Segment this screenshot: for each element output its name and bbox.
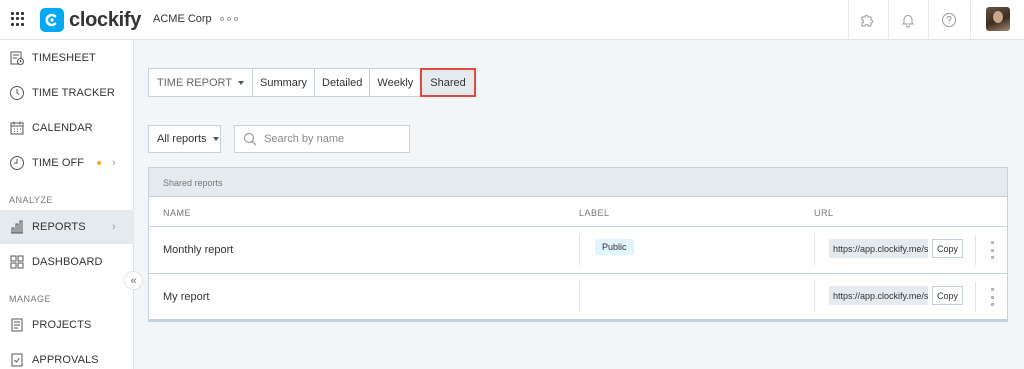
divider: [848, 0, 849, 40]
calendar-icon: [9, 120, 25, 136]
apps-grid-icon[interactable]: [11, 12, 25, 26]
divider: [888, 0, 889, 40]
table-row: Monthly report Public https://app.clocki…: [149, 226, 1007, 273]
tab-time-report[interactable]: TIME REPORT: [148, 68, 253, 97]
column-divider: [814, 235, 815, 265]
sidebar-item-approvals[interactable]: APPROVALS: [0, 343, 134, 369]
avatar[interactable]: [986, 7, 1010, 31]
column-divider: [579, 235, 580, 265]
clockify-logo-icon: [40, 8, 64, 32]
sidebar-item-label: CALENDAR: [32, 122, 93, 134]
shared-reports-table: Shared reports NAME LABEL URL Monthly re…: [148, 167, 1008, 322]
chevron-right-icon: ›: [112, 157, 116, 169]
report-type-select[interactable]: All reports: [148, 125, 221, 153]
column-divider: [975, 282, 976, 312]
column-divider: [975, 235, 976, 265]
table-title: Shared reports: [163, 178, 223, 188]
app-name: clockify: [69, 8, 142, 31]
sidebar-item-label: APPROVALS: [32, 354, 99, 366]
notification-dot: [97, 161, 101, 165]
clock-icon: [9, 85, 25, 101]
sidebar-item-label: TIMESHEET: [32, 52, 96, 64]
collapse-sidebar-button[interactable]: «: [124, 271, 143, 290]
bell-icon[interactable]: [898, 10, 918, 30]
report-tabs: TIME REPORT Summary Detailed Weekly Shar…: [148, 68, 476, 97]
label-badge: Public: [595, 239, 634, 255]
table-header-bar: Shared reports: [149, 168, 1007, 197]
top-bar: clockify ACME Corp: [0, 0, 1024, 40]
tab-summary[interactable]: Summary: [252, 68, 316, 97]
caret-down-icon: [237, 80, 244, 85]
table-row: My report https://app.clockify.me/shared…: [149, 273, 1007, 320]
sidebar-item-label: DASHBOARD: [32, 256, 103, 268]
help-icon[interactable]: [939, 10, 959, 30]
column-divider: [814, 282, 815, 312]
sidebar-item-dashboard[interactable]: DASHBOARD: [0, 245, 134, 279]
column-divider: [579, 282, 580, 312]
app-logo[interactable]: clockify: [40, 7, 141, 33]
search-icon: [243, 132, 257, 146]
column-header-url: URL: [814, 208, 834, 218]
timesheet-icon: [9, 50, 25, 66]
report-name[interactable]: Monthly report: [163, 244, 233, 256]
sidebar-item-reports[interactable]: REPORTS ›: [0, 210, 134, 244]
search-input[interactable]: [264, 130, 404, 148]
sidebar-item-time-off[interactable]: TIME OFF ›: [0, 146, 134, 180]
sidebar-item-label: REPORTS: [32, 221, 86, 233]
share-url-field[interactable]: https://app.clockify.me/shared/: [829, 286, 928, 305]
workspace-name[interactable]: ACME Corp: [153, 13, 212, 25]
tab-shared[interactable]: Shared: [420, 68, 476, 97]
approvals-icon: [9, 352, 25, 368]
section-title-manage: MANAGE: [9, 294, 52, 304]
more-options-icon[interactable]: [989, 241, 995, 259]
puzzle-icon[interactable]: [857, 10, 877, 30]
tab-label: TIME REPORT: [157, 76, 232, 89]
search-box[interactable]: [234, 125, 410, 153]
projects-icon: [9, 317, 25, 333]
report-type-value: All reports: [157, 133, 207, 145]
section-title-analyze: ANALYZE: [9, 195, 53, 205]
share-url-field[interactable]: https://app.clockify.me/shared/: [829, 239, 928, 258]
sidebar-item-label: TIME OFF: [32, 157, 85, 169]
divider: [928, 0, 929, 40]
reports-icon: [9, 219, 25, 235]
sidebar: TIMESHEET TIME TRACKER CALENDAR TIME OFF…: [0, 40, 134, 369]
tab-detailed[interactable]: Detailed: [315, 68, 371, 97]
more-options-icon[interactable]: [989, 288, 995, 306]
divider: [970, 0, 971, 40]
sidebar-item-calendar[interactable]: CALENDAR: [0, 111, 134, 145]
sidebar-item-time-tracker[interactable]: TIME TRACKER: [0, 76, 134, 110]
workspace-menu-icon[interactable]: [220, 17, 238, 21]
dashboard-icon: [9, 254, 25, 270]
sidebar-item-label: PROJECTS: [32, 319, 92, 331]
report-name[interactable]: My report: [163, 291, 209, 303]
sidebar-item-projects[interactable]: PROJECTS: [0, 308, 134, 342]
column-header-name: NAME: [163, 208, 192, 218]
caret-down-icon: [212, 137, 219, 141]
chevron-right-icon: ›: [112, 221, 116, 233]
copy-button[interactable]: Copy: [932, 239, 964, 258]
sidebar-item-label: TIME TRACKER: [32, 87, 115, 99]
time-off-icon: [9, 155, 25, 171]
copy-button[interactable]: Copy: [932, 286, 964, 305]
column-header-label: LABEL: [579, 208, 610, 218]
sidebar-item-timesheet[interactable]: TIMESHEET: [0, 41, 134, 75]
tab-weekly[interactable]: Weekly: [370, 68, 422, 97]
